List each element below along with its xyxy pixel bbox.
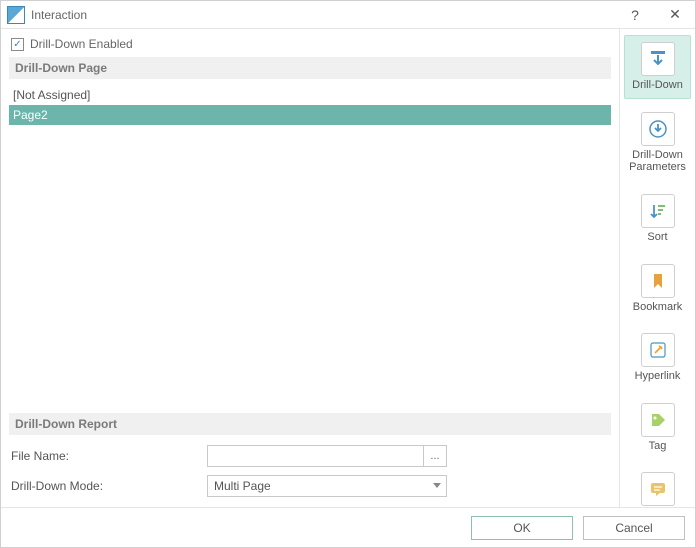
browse-button[interactable]: ... <box>423 445 447 467</box>
dialog-body: ✓ Drill-Down Enabled Drill-Down Page [No… <box>1 29 695 507</box>
app-icon <box>7 6 25 24</box>
list-item[interactable]: Page2 <box>9 105 611 125</box>
section-header-page: Drill-Down Page <box>9 57 611 79</box>
titlebar: Interaction ? ✕ <box>1 1 695 29</box>
list-item[interactable]: [Not Assigned] <box>9 85 611 105</box>
filename-input-group: ... <box>207 445 447 467</box>
section-header-report: Drill-Down Report <box>9 413 611 435</box>
window-title: Interaction <box>31 8 615 22</box>
bookmark-icon <box>641 264 675 298</box>
mode-combo-text: Multi Page <box>208 479 428 493</box>
hyperlink-icon <box>641 333 675 367</box>
tag-icon <box>641 403 675 437</box>
sidebar-item-bookmark[interactable]: Bookmark <box>624 257 691 321</box>
sort-icon <box>641 194 675 228</box>
sidebar-item-hyperlink[interactable]: Hyperlink <box>624 326 691 390</box>
sidebar-item-label: Bookmark <box>633 301 683 314</box>
sidebar-item-drilldown[interactable]: Drill-Down <box>624 35 691 99</box>
help-button[interactable]: ? <box>615 1 655 29</box>
sidebar-item-tag[interactable]: Tag <box>624 396 691 460</box>
page-list: [Not Assigned] Page2 <box>9 85 611 125</box>
window: Interaction ? ✕ ✓ Drill-Down Enabled Dri… <box>0 0 696 548</box>
sidebar-item-label: Hyperlink <box>635 370 681 383</box>
sidebar-item-sort[interactable]: Sort <box>624 187 691 251</box>
filename-label: File Name: <box>9 449 199 463</box>
main-panel: ✓ Drill-Down Enabled Drill-Down Page [No… <box>1 29 619 507</box>
drilldown-enabled-checkbox[interactable]: ✓ Drill-Down Enabled <box>9 35 611 57</box>
sidebar-item-label: Drill-Down Parameters <box>627 149 688 174</box>
tooltip-icon <box>641 472 675 506</box>
filename-input[interactable] <box>207 445 423 467</box>
checkbox-label: Drill-Down Enabled <box>30 37 133 51</box>
sidebar-item-label: Drill-Down <box>632 79 683 92</box>
footer: OK Cancel <box>1 507 695 547</box>
filename-row: File Name: ... <box>9 441 611 471</box>
side-panel: Drill-Down Drill-Down Parameters <box>619 29 695 507</box>
cancel-button[interactable]: Cancel <box>583 516 685 540</box>
ok-button[interactable]: OK <box>471 516 573 540</box>
spacer <box>9 125 611 407</box>
sidebar-item-label: Tag <box>649 440 667 453</box>
chevron-down-icon <box>428 483 446 489</box>
mode-combo[interactable]: Multi Page <box>207 475 447 497</box>
drill-down-params-icon <box>641 112 675 146</box>
close-button[interactable]: ✕ <box>655 1 695 29</box>
sidebar-item-label: Sort <box>647 231 667 244</box>
mode-label: Drill-Down Mode: <box>9 479 199 493</box>
checkbox-icon: ✓ <box>11 38 24 51</box>
sidebar-item-drilldown-params[interactable]: Drill-Down Parameters <box>624 105 691 181</box>
drill-down-icon <box>641 42 675 76</box>
mode-row: Drill-Down Mode: Multi Page <box>9 471 611 501</box>
